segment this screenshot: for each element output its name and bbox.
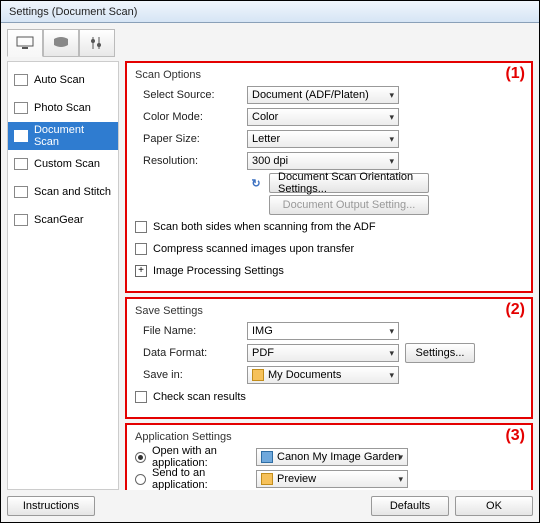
data-format-combo[interactable]: PDF bbox=[247, 344, 399, 362]
sidebar-item-label: Auto Scan bbox=[34, 74, 85, 86]
sidebar-item-label: Document Scan bbox=[34, 124, 112, 148]
sidebar-item-label: Photo Scan bbox=[34, 102, 91, 114]
save-in-combo[interactable]: My Documents bbox=[247, 366, 399, 384]
color-mode-value: Color bbox=[252, 111, 278, 123]
sidebar-item-photo-scan[interactable]: Photo Scan bbox=[8, 94, 118, 122]
send-app-label: Send to an application: bbox=[152, 467, 256, 490]
data-format-value: PDF bbox=[252, 347, 274, 359]
open-with-value: Canon My Image Garden bbox=[277, 451, 401, 463]
instructions-button[interactable]: Instructions bbox=[7, 496, 95, 516]
open-with-combo[interactable]: Canon My Image Garden bbox=[256, 448, 408, 466]
settings-window: Settings (Document Scan) Auto Scan Photo… bbox=[0, 0, 540, 523]
app-icon bbox=[261, 451, 273, 463]
output-setting-button[interactable]: Document Output Setting... bbox=[269, 195, 429, 215]
titlebar: Settings (Document Scan) bbox=[1, 1, 539, 23]
expand-image-processing[interactable]: + bbox=[135, 265, 147, 277]
section-save-settings: (2) Save Settings File Name: IMG Data Fo… bbox=[125, 297, 533, 419]
defaults-button[interactable]: Defaults bbox=[371, 496, 449, 516]
chk-both-sides-label: Scan both sides when scanning from the A… bbox=[153, 221, 376, 233]
content: (1) Scan Options Select Source: Document… bbox=[125, 61, 533, 490]
ok-button[interactable]: OK bbox=[455, 496, 533, 516]
sidebar-item-scangear[interactable]: ScanGear bbox=[8, 206, 118, 234]
color-mode-label: Color Mode: bbox=[135, 111, 247, 123]
radio-open-with[interactable] bbox=[135, 452, 146, 463]
send-app-value: Preview bbox=[277, 473, 316, 485]
window-body: Auto Scan Photo Scan Document Scan Custo… bbox=[1, 23, 539, 522]
format-settings-button[interactable]: Settings... bbox=[405, 343, 475, 363]
doc-icon bbox=[14, 158, 28, 170]
radio-send-app[interactable] bbox=[135, 474, 146, 485]
monitor-icon bbox=[15, 35, 35, 51]
open-with-label: Open with an application: bbox=[152, 445, 256, 469]
save-in-label: Save in: bbox=[135, 369, 247, 381]
main-row: Auto Scan Photo Scan Document Scan Custo… bbox=[7, 61, 533, 490]
tab-tools[interactable] bbox=[79, 29, 115, 57]
callout-1: (1) bbox=[505, 65, 525, 83]
tab-feeder[interactable] bbox=[43, 29, 79, 57]
tab-scanner[interactable] bbox=[7, 29, 43, 57]
callout-2: (2) bbox=[505, 301, 525, 319]
scan-options-title: Scan Options bbox=[135, 69, 523, 81]
section-app-settings: (3) Application Settings Open with an ap… bbox=[125, 423, 533, 490]
chk-both-sides[interactable] bbox=[135, 221, 147, 233]
sidebar: Auto Scan Photo Scan Document Scan Custo… bbox=[7, 61, 119, 490]
doc-icon bbox=[14, 186, 28, 198]
select-source-combo[interactable]: Document (ADF/Platen) bbox=[247, 86, 399, 104]
data-format-label: Data Format: bbox=[135, 347, 247, 359]
sidebar-item-label: Custom Scan bbox=[34, 158, 100, 170]
select-source-label: Select Source: bbox=[135, 89, 247, 101]
folder-icon bbox=[252, 369, 264, 381]
paper-size-value: Letter bbox=[252, 133, 280, 145]
app-settings-title: Application Settings bbox=[135, 431, 523, 443]
doc-icon bbox=[14, 102, 28, 114]
select-source-value: Document (ADF/Platen) bbox=[252, 89, 369, 101]
sidebar-item-label: Scan and Stitch bbox=[34, 186, 111, 198]
resolution-value: 300 dpi bbox=[252, 155, 288, 167]
section-scan-options: (1) Scan Options Select Source: Document… bbox=[125, 61, 533, 293]
color-mode-combo[interactable]: Color bbox=[247, 108, 399, 126]
file-name-label: File Name: bbox=[135, 325, 247, 337]
doc-icon bbox=[14, 74, 28, 86]
sidebar-item-scan-stitch[interactable]: Scan and Stitch bbox=[8, 178, 118, 206]
resolution-combo[interactable]: 300 dpi bbox=[247, 152, 399, 170]
sidebar-item-document-scan[interactable]: Document Scan bbox=[8, 122, 118, 150]
callout-3: (3) bbox=[505, 427, 525, 445]
chk-compress-label: Compress scanned images upon transfer bbox=[153, 243, 354, 255]
chk-compress[interactable] bbox=[135, 243, 147, 255]
chk-check-results-label: Check scan results bbox=[153, 391, 246, 403]
save-settings-title: Save Settings bbox=[135, 305, 523, 317]
sidebar-item-auto-scan[interactable]: Auto Scan bbox=[8, 66, 118, 94]
sidebar-item-custom-scan[interactable]: Custom Scan bbox=[8, 150, 118, 178]
sliders-icon bbox=[87, 35, 107, 51]
save-in-value: My Documents bbox=[268, 369, 341, 381]
file-name-value: IMG bbox=[252, 325, 273, 337]
sidebar-item-label: ScanGear bbox=[34, 214, 84, 226]
doc-icon bbox=[14, 130, 28, 142]
rotate-icon[interactable]: ↻ bbox=[247, 177, 265, 190]
paper-size-combo[interactable]: Letter bbox=[247, 130, 399, 148]
image-processing-label: Image Processing Settings bbox=[153, 265, 284, 277]
footer: Instructions Defaults OK bbox=[7, 490, 533, 516]
resolution-label: Resolution: bbox=[135, 155, 247, 167]
window-title: Settings (Document Scan) bbox=[9, 6, 137, 18]
paper-size-label: Paper Size: bbox=[135, 133, 247, 145]
feeder-icon bbox=[51, 35, 71, 51]
orientation-settings-button[interactable]: Document Scan Orientation Settings... bbox=[269, 173, 429, 193]
doc-icon bbox=[14, 214, 28, 226]
mode-tabbar bbox=[7, 29, 533, 57]
chk-check-results[interactable] bbox=[135, 391, 147, 403]
preview-icon bbox=[261, 473, 273, 485]
file-name-field[interactable]: IMG bbox=[247, 322, 399, 340]
send-app-combo[interactable]: Preview bbox=[256, 470, 408, 488]
